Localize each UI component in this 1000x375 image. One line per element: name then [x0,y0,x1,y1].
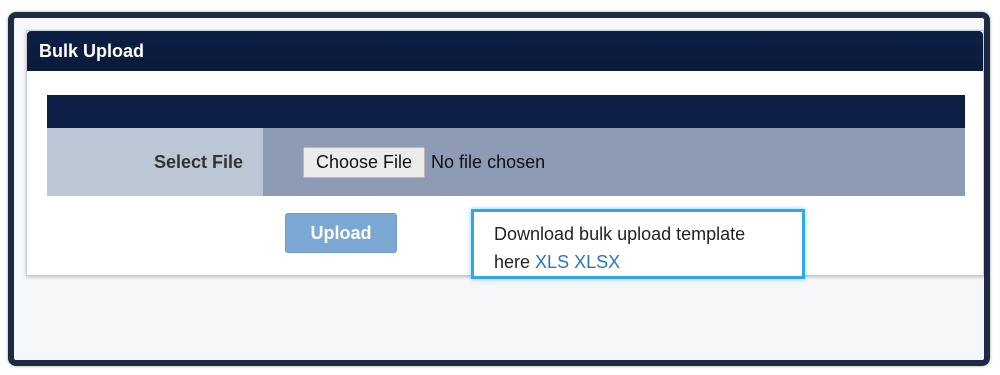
upload-form-table: Select File Choose File No file chosen [47,95,965,196]
table-header-bar [47,95,965,128]
no-file-chosen-text: No file chosen [431,151,546,172]
xlsx-link[interactable]: XLSX [574,252,620,272]
template-text: Download bulk upload template [494,224,746,244]
upload-button[interactable]: Upload [285,213,397,253]
actions-area: Upload Download bulk upload template her… [27,209,983,291]
choose-file-button[interactable]: Choose File [303,146,426,178]
select-file-label: Select File [47,128,263,196]
window-frame: Bulk Upload Select File Choose File No f… [8,12,990,366]
select-file-row: Select File Choose File No file chosen [47,128,965,196]
template-here-text: here [494,252,531,272]
panel-title: Bulk Upload [27,31,983,71]
file-input-cell: Choose File No file chosen [263,128,965,196]
bulk-upload-panel: Bulk Upload Select File Choose File No f… [26,30,984,279]
xls-link[interactable]: XLS [535,252,569,272]
download-template-box: Download bulk upload template here XLS X… [471,209,805,279]
